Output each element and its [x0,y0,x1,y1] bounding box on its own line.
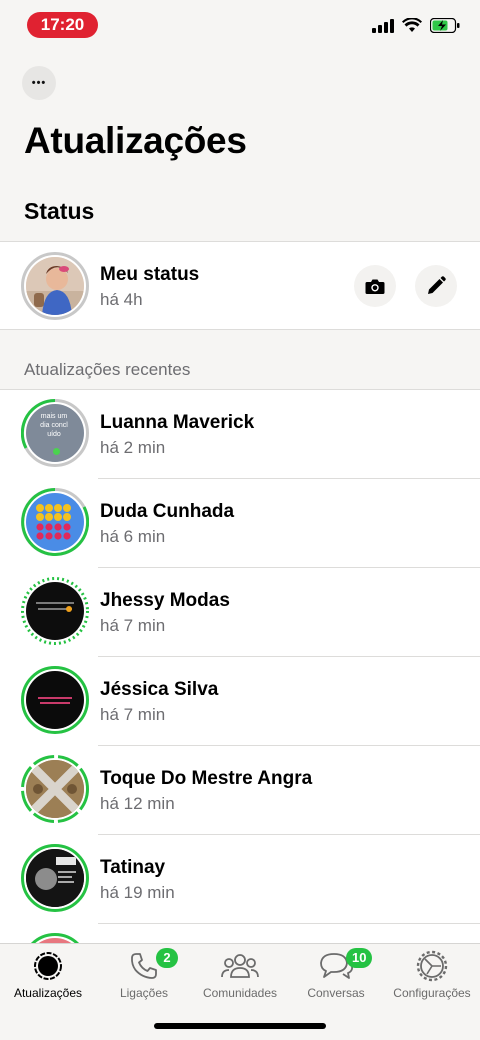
calls-badge: 2 [156,948,178,968]
tab-label: Atualizações [13,986,83,1000]
tab-updates[interactable]: Atualizações [0,944,96,1004]
contact-avatar[interactable]: mais um dia concl uído [21,399,89,467]
more-options-button[interactable]: ••• [22,66,56,100]
updates-icon [34,952,62,980]
settings-icon [416,950,448,982]
status-row[interactable]: Duda Cunhada há 6 min [0,479,480,568]
contact-name: Jéssica Silva [100,679,219,700]
contact-avatar[interactable] [21,666,89,734]
home-indicator [154,1023,326,1029]
status-time: há 7 min [100,616,166,635]
tab-label: Comunidades [202,986,278,1000]
status-time: há 7 min [100,705,166,724]
contact-avatar[interactable] [21,755,89,823]
communities-icon [221,954,259,978]
contact-name: Luanna Maverick [100,412,255,433]
contact-avatar[interactable] [21,844,89,912]
status-time: há 12 min [100,794,175,813]
tab-chats[interactable]: 10 Conversas [288,944,384,1004]
my-status-name: Meu status [100,264,200,285]
status-time: há 6 min [100,527,166,546]
status-row-partial[interactable] [0,924,480,943]
tab-settings[interactable]: Configurações [384,944,480,1004]
status-row[interactable]: Toque Do Mestre Angra há 12 min [0,746,480,835]
camera-button[interactable] [354,265,396,307]
contact-avatar[interactable] [21,933,89,943]
tab-calls[interactable]: 2 Ligações [96,944,192,1004]
tab-label: Configurações [393,986,471,1000]
contact-name: Jhessy Modas [100,590,230,611]
contact-avatar[interactable] [21,577,89,645]
contact-avatar[interactable] [21,488,89,556]
pencil-icon [428,276,446,294]
contact-name: Duda Cunhada [100,501,235,522]
status-bar: 17:20 [0,0,480,50]
ellipsis-icon: ••• [31,77,47,89]
battery-icon [430,18,460,33]
status-row[interactable]: Tatinay há 19 min [0,835,480,924]
my-status-avatar[interactable] [21,252,89,320]
page-title: Atualizações [24,120,247,161]
status-time: há 19 min [100,883,175,902]
phone-icon [131,953,157,979]
status-time: há 2 min [100,438,166,457]
status-row[interactable]: Jhessy Modas há 7 min [0,568,480,657]
status-time: 17:20 [27,12,98,38]
contact-name: Tatinay [100,857,166,878]
tab-communities[interactable]: Comunidades [192,944,288,1004]
status-thumb-text: mais um dia concl uído [40,413,68,438]
chats-badge: 10 [346,948,373,968]
status-icons [372,18,460,33]
wifi-icon [402,18,422,32]
recent-updates-header: Atualizações recentes [0,330,480,390]
camera-icon [365,279,385,294]
contact-name: Toque Do Mestre Angra [100,768,313,789]
edit-text-button[interactable] [415,265,457,307]
status-row[interactable]: mais um dia concl uído Luanna Maverick h… [0,390,480,479]
recent-updates-label: Atualizações recentes [24,360,191,379]
my-status-time: há 4h [100,290,143,309]
signal-icon [372,18,394,33]
tab-label: Ligações [119,986,169,1000]
recent-updates-list: mais um dia concl uído Luanna Maverick h… [0,390,480,943]
my-status-row[interactable]: Meu status há 4h [0,241,480,330]
tab-label: Conversas [307,986,365,1000]
status-section-title: Status [24,198,95,224]
status-row[interactable]: Jéssica Silva há 7 min [0,657,480,746]
